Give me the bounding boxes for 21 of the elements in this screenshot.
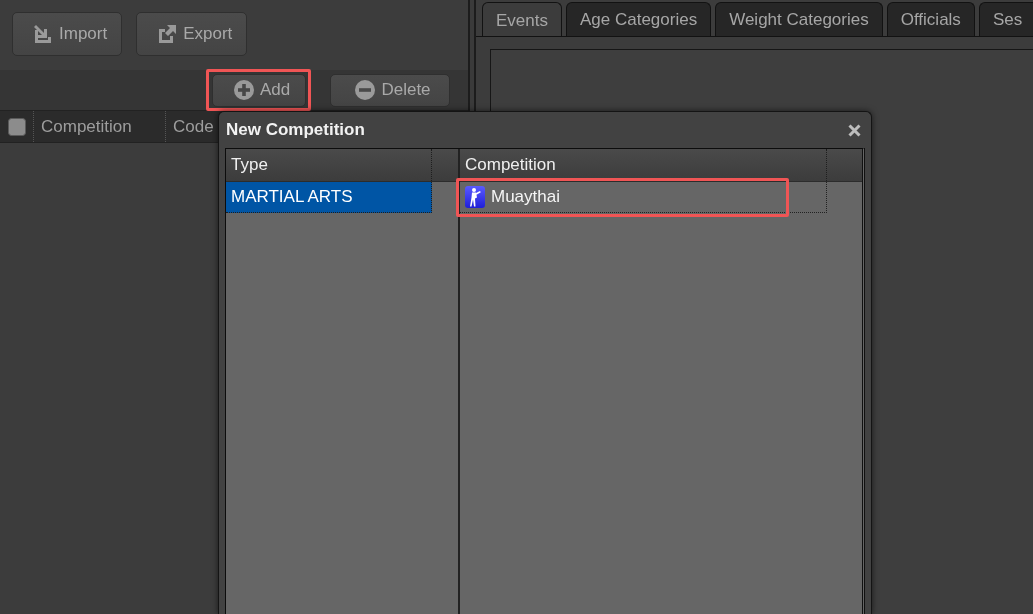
export-button[interactable]: Export	[136, 12, 248, 56]
column-header[interactable]: Code	[166, 111, 216, 142]
plus-circle-icon	[233, 80, 254, 100]
delete-button[interactable]: Delete	[330, 73, 450, 107]
column-header[interactable]: Competition	[34, 111, 166, 142]
close-icon[interactable]	[848, 123, 861, 137]
arrow-out-of-box-icon	[157, 24, 178, 44]
list-row[interactable]: MARTIAL ARTS	[226, 182, 432, 213]
dialog-title: New Competition	[226, 120, 365, 140]
tab[interactable]: Age Categories	[566, 2, 712, 36]
arrow-into-box-icon	[33, 24, 53, 44]
import-button[interactable]: Import	[12, 12, 123, 56]
add-button[interactable]: Add	[212, 73, 306, 107]
minus-circle-icon	[355, 80, 376, 100]
tab[interactable]: Officials	[886, 2, 975, 36]
list-row[interactable]: Muaythai	[460, 182, 827, 213]
tab[interactable]: Ses	[978, 2, 1033, 36]
checkbox[interactable]	[7, 117, 26, 136]
tab[interactable]: Weight Categories	[715, 2, 883, 36]
person-icon	[465, 186, 485, 208]
tab[interactable]: Events	[482, 2, 562, 36]
